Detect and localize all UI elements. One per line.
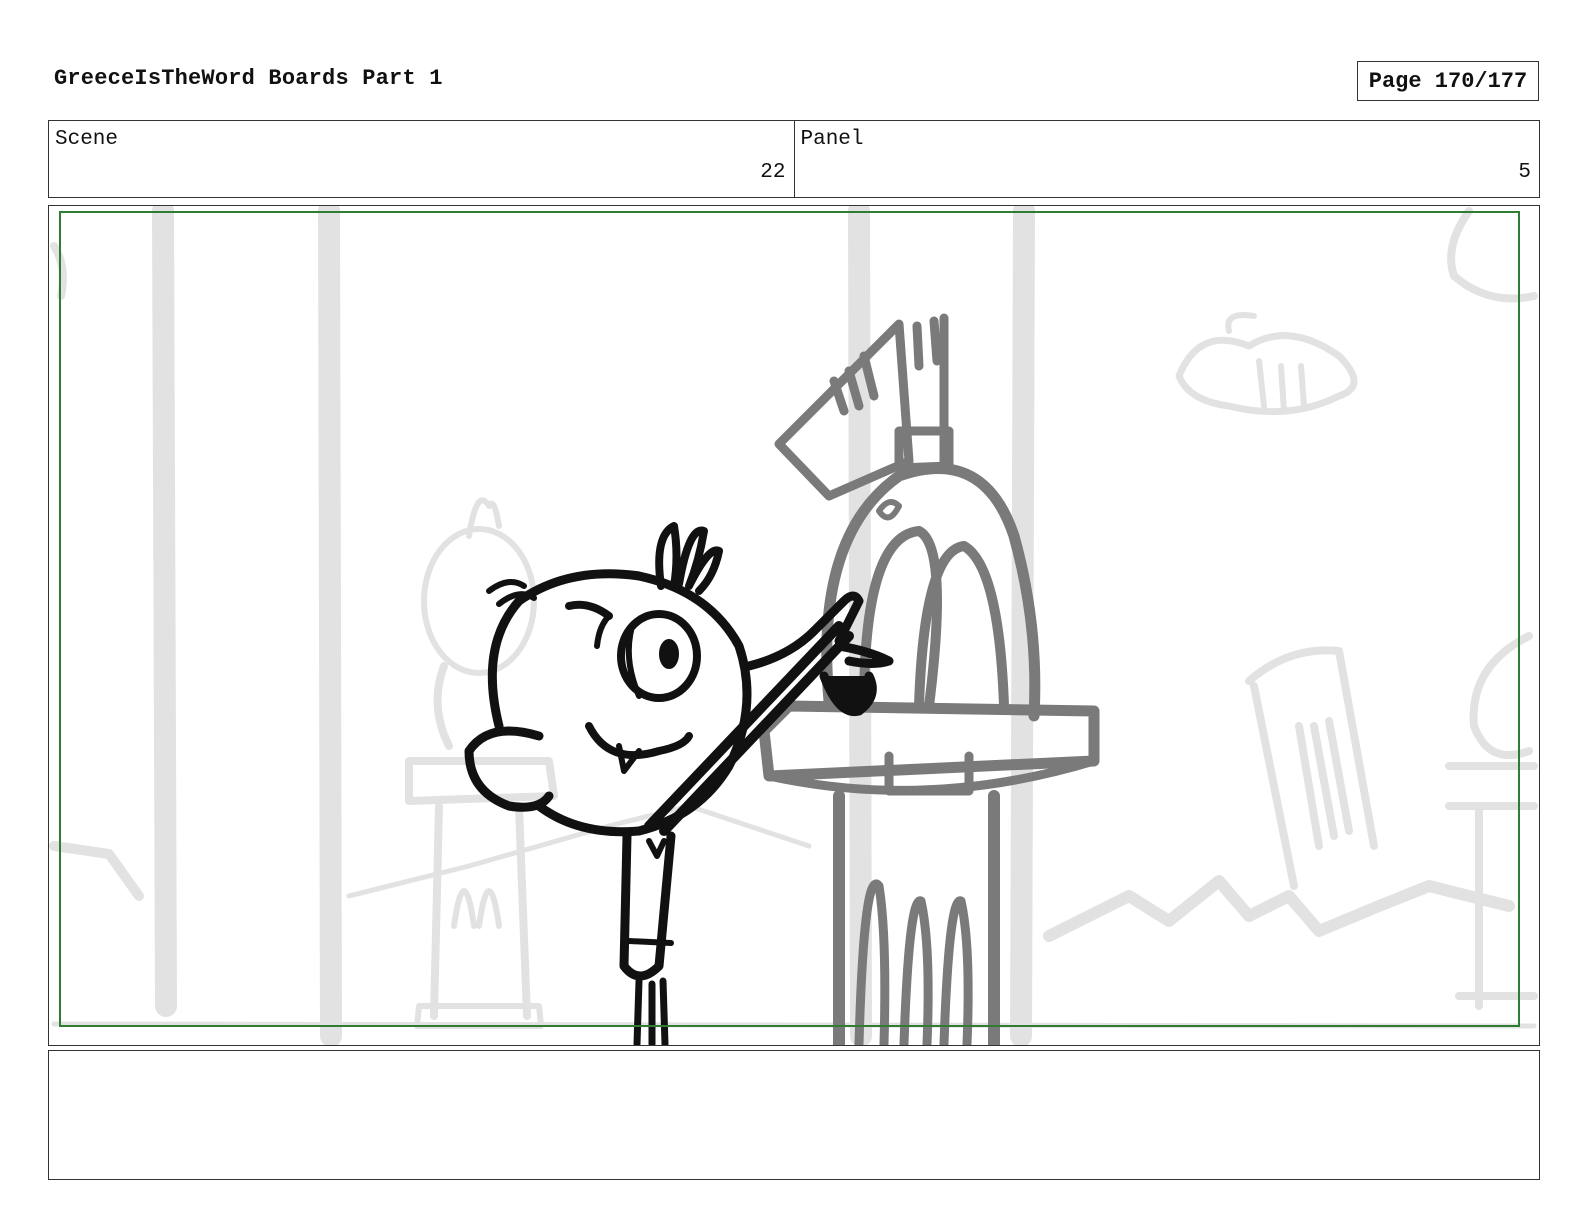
scene-cell: Scene 22 <box>49 121 794 197</box>
bg-cloud-detail <box>1225 312 1307 414</box>
panel-number: 5 <box>1518 161 1531 184</box>
pedestal-capital <box>758 700 1100 782</box>
bg-pedestal-flute <box>451 888 502 929</box>
scene-panel-info-row: Scene 22 Panel 5 <box>48 120 1540 198</box>
bg-edge-pedestal <box>1445 762 1538 1010</box>
bg-cloud <box>1175 332 1358 416</box>
page-number-badge: Page 170/177 <box>1357 61 1539 101</box>
bg-column <box>318 206 342 1045</box>
character-collar <box>646 838 667 859</box>
bg-bust-neck <box>433 662 453 750</box>
bg-column <box>1010 206 1035 1045</box>
panel-cell: Panel 5 <box>793 121 1540 197</box>
character-body <box>619 831 676 981</box>
bg-floor-line <box>1043 875 1515 942</box>
bg-floor-line <box>49 841 144 901</box>
bg-broken-column-flute <box>1250 682 1353 890</box>
character-finger <box>834 641 894 668</box>
bg-column <box>848 206 872 1045</box>
bg-column <box>152 206 177 1017</box>
storyboard-frame <box>48 205 1540 1046</box>
character-leg <box>633 977 643 1045</box>
character-pupil <box>659 639 679 669</box>
character-leg <box>659 977 669 1045</box>
background-sketch <box>49 206 1538 1045</box>
panel-notes-box <box>48 1050 1540 1180</box>
panel-label: Panel <box>800 128 864 151</box>
pedestal-flute <box>939 896 973 1045</box>
scene-label: Scene <box>55 128 119 151</box>
character-shirt-hem <box>626 938 674 946</box>
helmet-eye-hole <box>876 499 902 521</box>
bg-corner-cloud <box>1447 207 1538 303</box>
character-eyebrow <box>565 600 613 620</box>
bg-corner-arc <box>50 242 67 300</box>
pedestal-flute <box>899 896 933 1045</box>
bg-edge-bust <box>1469 632 1533 759</box>
storyboard-drawing <box>49 206 1538 1045</box>
document-title: GreeceIsTheWord Boards Part 1 <box>54 66 443 91</box>
character-eye-line <box>594 613 612 649</box>
bg-floor-line <box>346 803 812 899</box>
scene-number: 22 <box>760 161 786 184</box>
